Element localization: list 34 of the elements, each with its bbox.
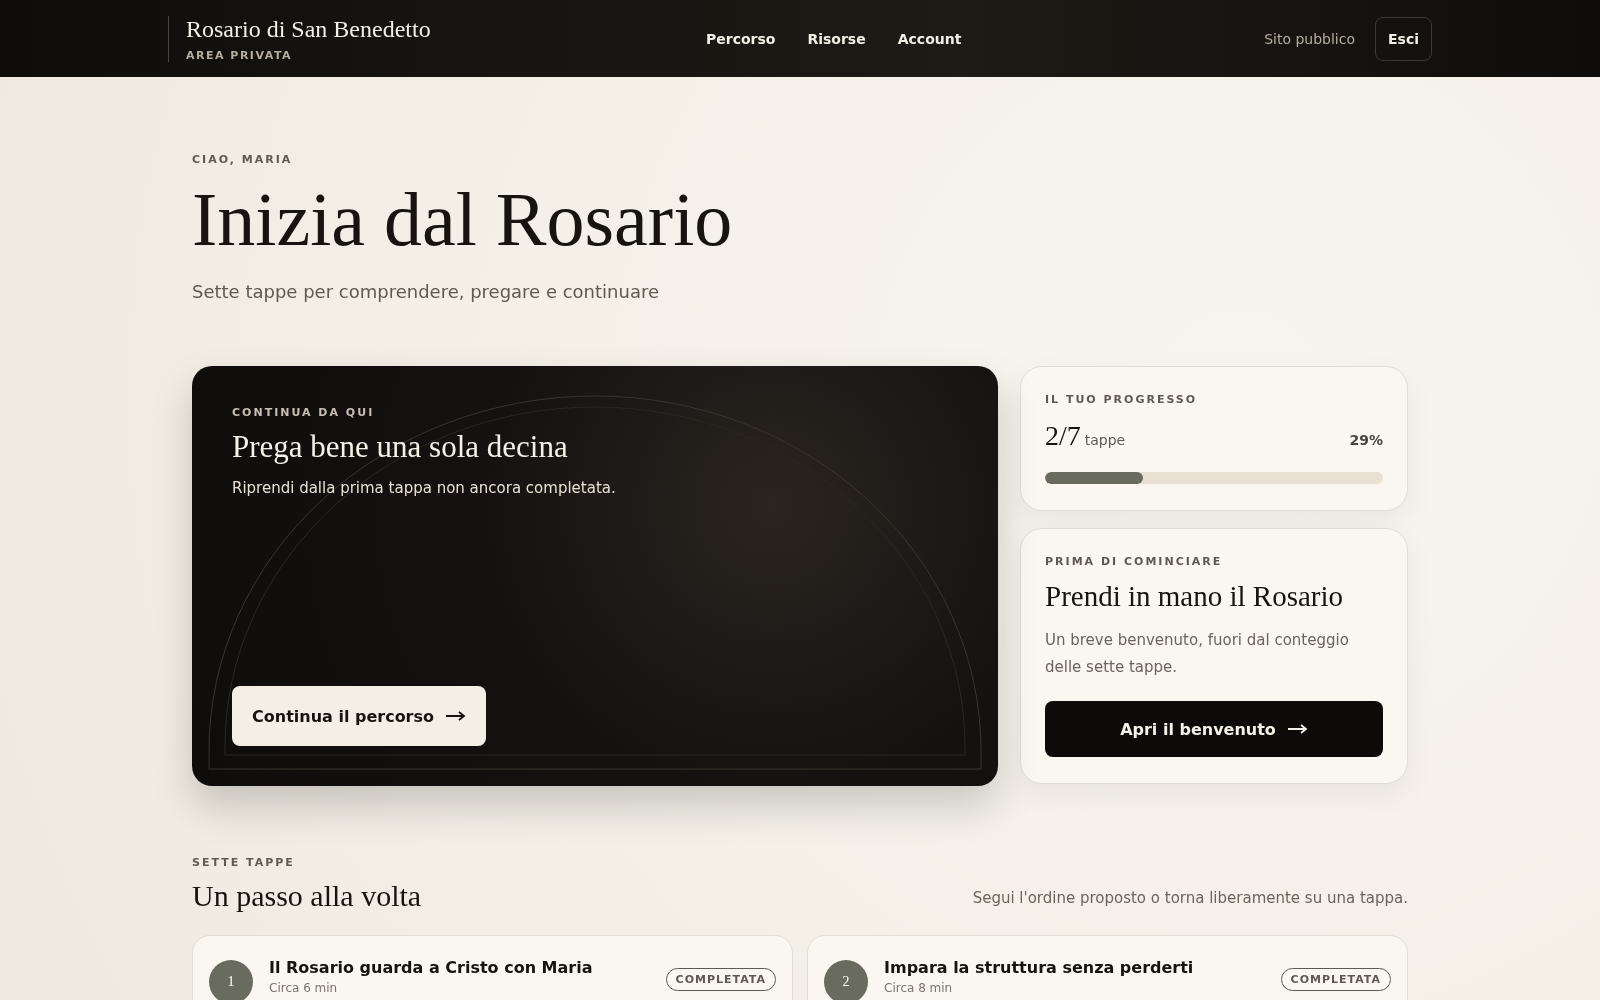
card-text: Un breve benvenuto, fuori dal conteggio delle sette tappe.: [1045, 630, 1350, 678]
continue-button[interactable]: Continua il percorso: [232, 686, 487, 746]
step-title: Impara la struttura senza perderti: [884, 958, 1195, 977]
section-eyebrow: SETTE TAPPE: [192, 856, 296, 869]
public-site-link[interactable]: Sito pubblico: [1264, 30, 1355, 47]
step-number: 1: [209, 960, 253, 1000]
step-duration: Circa 8 min: [884, 981, 954, 995]
step-card[interactable]: 2 Impara la struttura senza perderti Circa 8 min COMPLETATA: [807, 935, 1408, 1000]
section-title: Un passo alla volta: [192, 879, 422, 913]
logout-button[interactable]: Esci: [1375, 16, 1432, 61]
site-title[interactable]: Rosario di San Benedetto: [186, 15, 706, 43]
arrow-right-icon: [446, 711, 467, 721]
card-title: Prendi in mano il Rosario: [1045, 580, 1345, 613]
card-title: Prega bene una sola decina: [232, 429, 569, 465]
card-text: Riprendi dalla prima tappa non ancora completata.: [232, 479, 617, 497]
step-number: 2: [824, 960, 868, 1000]
greeting: CIAO, MARIA: [192, 153, 294, 166]
site-subtitle: AREA PRIVATA: [186, 48, 294, 62]
progress-count: 2/7 tappe: [1045, 420, 1126, 452]
card-eyebrow: PRIMA DI COMINCIARE: [1045, 555, 1224, 568]
page-subtitle: Sette tappe per comprendere, pregare e continuare: [192, 281, 660, 302]
step-card[interactable]: 1 Il Rosario guarda a Cristo con Maria Circa 6 min COMPLETATA: [192, 935, 793, 1000]
arrow-right-icon: [1287, 724, 1308, 734]
nav-link[interactable]: Percorso: [706, 30, 776, 47]
card-eyebrow: IL TUO PROGRESSO: [1045, 393, 1199, 406]
card-eyebrow: CONTINUA DA QUI: [232, 406, 376, 419]
step-title: Il Rosario guarda a Cristo con Maria: [269, 958, 594, 977]
progress-percent: 29%: [1349, 432, 1383, 448]
step-duration: Circa 6 min: [269, 981, 339, 995]
nav-link[interactable]: Risorse: [807, 30, 866, 47]
page-title: Inizia dal Rosario: [192, 176, 734, 263]
section-note: Segui l'ordine proposto o torna liberamente su una tappa.: [972, 889, 1408, 909]
welcome-button[interactable]: Apri il benvenuto: [1045, 701, 1383, 757]
nav-link[interactable]: Account: [897, 30, 962, 47]
